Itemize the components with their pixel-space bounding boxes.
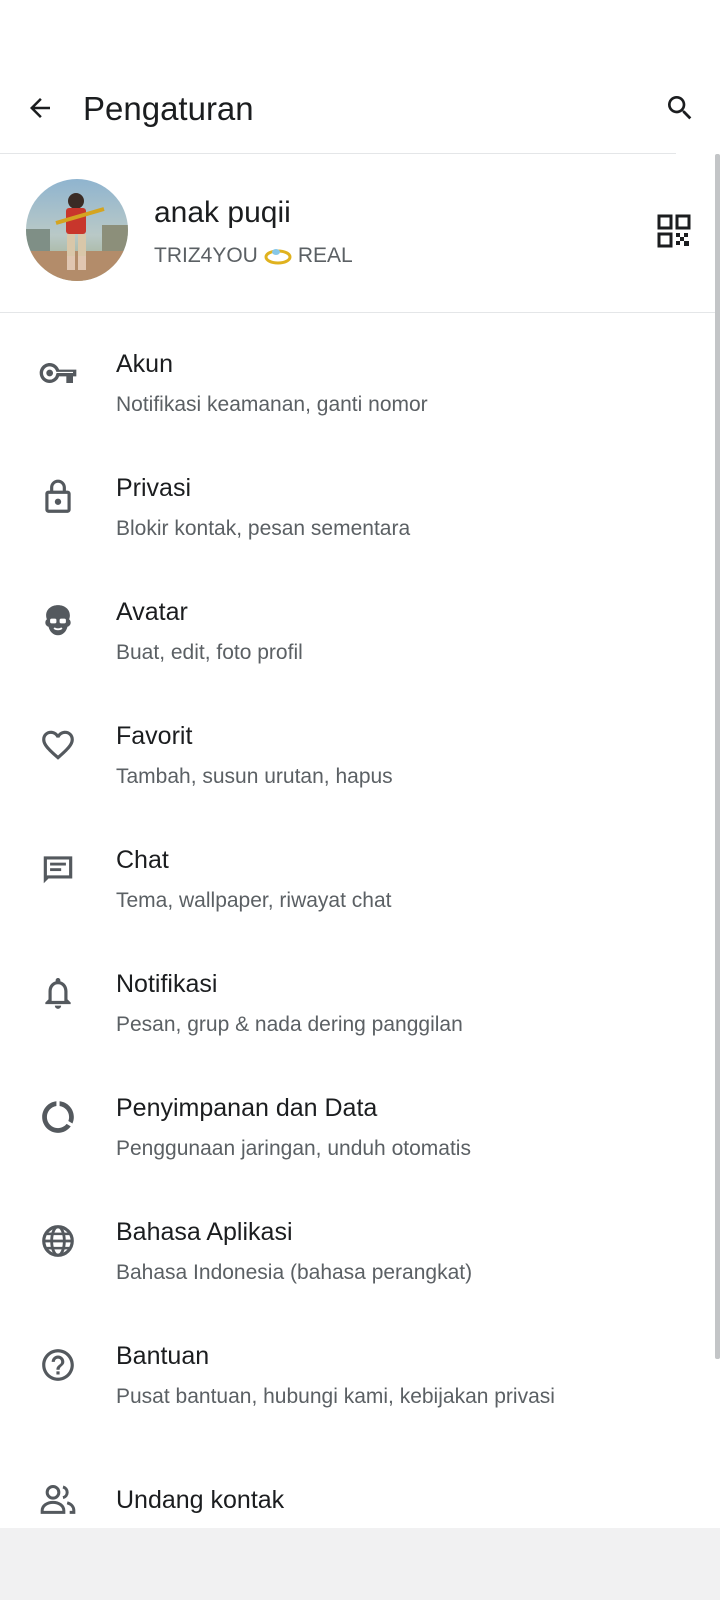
settings-item-penyimpanan[interactable]: Penyimpanan dan Data Penggunaan jaringan… [0, 1057, 716, 1181]
qr-code-button[interactable] [657, 214, 691, 248]
app-bar: Pengaturan [0, 64, 720, 154]
ring-emoji [264, 249, 292, 265]
settings-item-akun[interactable]: Akun Notifikasi keamanan, ganti nomor [0, 313, 716, 437]
heart-icon [42, 730, 74, 760]
settings-item-label: Undang kontak [116, 1486, 285, 1514]
page-title: Pengaturan [83, 90, 254, 127]
avatar-face-icon [45, 605, 71, 636]
settings-item-bantuan[interactable]: Bantuan Pusat bantuan, hubungi kami, keb… [0, 1305, 716, 1429]
profile-about: TRIZ4YOU REAL [154, 244, 353, 268]
settings-screen: Pengaturan anak puqii TRIZ4YOU REAL Akun… [0, 0, 720, 1600]
qr-code-icon [657, 214, 691, 248]
settings-item-label: Penyimpanan dan Data [116, 1094, 378, 1122]
lock-icon [45, 479, 71, 513]
status-bar [0, 0, 720, 64]
profile-about-prefix: TRIZ4YOU [154, 244, 258, 267]
bell-icon [45, 977, 71, 1009]
settings-item-undang[interactable]: Undang kontak [0, 1429, 716, 1553]
settings-item-subtitle: Penggunaan jaringan, unduh otomatis [116, 1137, 471, 1160]
settings-item-subtitle: Notifikasi keamanan, ganti nomor [116, 393, 428, 416]
settings-item-favorit[interactable]: Favorit Tambah, susun urutan, hapus [0, 685, 716, 809]
settings-item-subtitle: Tema, wallpaper, riwayat chat [116, 889, 392, 912]
profile-row[interactable]: anak puqii TRIZ4YOU REAL [0, 154, 716, 312]
settings-item-notifikasi[interactable]: Notifikasi Pesan, grup & nada dering pan… [0, 933, 716, 1057]
settings-item-label: Favorit [116, 722, 193, 750]
settings-item-avatar[interactable]: Avatar Buat, edit, foto profil [0, 561, 716, 685]
profile-about-suffix: REAL [297, 244, 353, 267]
help-circle-icon [42, 1349, 74, 1381]
globe-icon [42, 1225, 74, 1257]
settings-item-label: Privasi [116, 474, 192, 502]
profile-name: anak puqii [154, 196, 291, 229]
people-icon [40, 1485, 76, 1514]
settings-item-subtitle: Pesan, grup & nada dering panggilan [116, 1013, 463, 1036]
settings-item-label: Notifikasi [116, 970, 218, 998]
settings-item-label: Chat [116, 846, 169, 874]
settings-item-subtitle: Tambah, susun urutan, hapus [116, 765, 393, 788]
search-button[interactable] [658, 86, 702, 130]
avatar[interactable] [26, 179, 128, 281]
chat-icon [43, 856, 73, 884]
scrollbar[interactable] [715, 154, 720, 1359]
settings-item-label: Bantuan [116, 1342, 210, 1370]
settings-item-subtitle: Buat, edit, foto profil [116, 641, 303, 664]
key-icon [39, 363, 77, 383]
settings-item-label: Bahasa Aplikasi [116, 1218, 293, 1246]
settings-item-chat[interactable]: Chat Tema, wallpaper, riwayat chat [0, 809, 716, 933]
settings-item-label: Akun [116, 350, 173, 378]
settings-menu: Akun Notifikasi keamanan, ganti nomor Pr… [0, 313, 716, 1553]
settings-item-subtitle: Blokir kontak, pesan sementara [116, 517, 411, 540]
back-button[interactable] [18, 86, 62, 130]
settings-item-privasi[interactable]: Privasi Blokir kontak, pesan sementara [0, 437, 716, 561]
settings-item-label: Avatar [116, 598, 188, 626]
settings-item-subtitle: Pusat bantuan, hubungi kami, kebijakan p… [116, 1385, 555, 1408]
data-usage-icon [42, 1101, 74, 1133]
settings-item-bahasa[interactable]: Bahasa Aplikasi Bahasa Indonesia (bahasa… [0, 1181, 716, 1305]
settings-item-subtitle: Bahasa Indonesia (bahasa perangkat) [116, 1261, 473, 1284]
search-icon [668, 96, 692, 120]
arrow-left-icon [30, 98, 50, 118]
